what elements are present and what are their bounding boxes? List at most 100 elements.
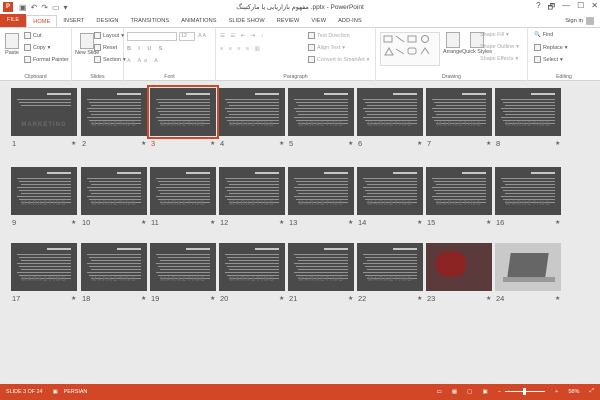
convert-smartart-button[interactable]: Convert to SmartArt ▾ [308,56,369,63]
ribbon-display-icon[interactable]: 🗗 [548,1,556,15]
normal-view-icon[interactable]: ▭ [437,389,442,395]
transition-star-icon[interactable]: ★ [417,140,422,147]
redo-icon[interactable]: ↷ [41,3,48,12]
tab-view[interactable]: VIEW [305,15,332,27]
slide-thumbnail[interactable]: MARKETING [81,167,147,215]
transition-star-icon[interactable]: ★ [71,140,76,147]
zoom-out-icon[interactable]: − [498,389,501,395]
transition-star-icon[interactable]: ★ [486,295,491,302]
replace-button[interactable]: Replace ▾ [534,44,568,51]
layout-button[interactable]: Layout ▾ [94,32,124,39]
tab-design[interactable]: DESIGN [90,15,124,27]
align-text-button[interactable]: Align Text ▾ [308,44,345,51]
paste-button[interactable]: Paste [5,33,19,56]
close-icon[interactable]: ✕ [591,1,598,15]
grow-shrink-font-icon[interactable]: A A [198,33,206,39]
transition-star-icon[interactable]: ★ [210,295,215,302]
zoom-in-icon[interactable]: + [555,389,558,395]
transition-star-icon[interactable]: ★ [141,140,146,147]
slideshow-view-icon[interactable]: ▣ [482,389,487,395]
slide-thumbnail[interactable]: MARKETING [495,88,561,136]
tab-slide-show[interactable]: SLIDE SHOW [223,15,271,27]
slide-thumbnail[interactable]: MARKETING [288,167,354,215]
font-style-buttons[interactable]: B I U S [127,46,165,52]
list-buttons[interactable]: ☰ ☰ ⇤ ⇥ ↕ [220,33,265,39]
slide-thumbnail[interactable]: MARKETING [147,85,219,139]
format-painter-button[interactable]: Format Painter [24,56,69,63]
zoom-slider[interactable] [505,388,546,395]
shape-outline-button[interactable]: Shape Outline ▾ [480,44,519,50]
transition-star-icon[interactable]: ★ [71,219,76,226]
slide-thumbnail[interactable]: MARKETING [219,167,285,215]
transition-star-icon[interactable]: ★ [417,295,422,302]
font-name-box[interactable] [127,32,177,41]
transition-star-icon[interactable]: ★ [348,295,353,302]
slide-thumbnail[interactable]: MARKETING [426,88,492,136]
reset-button[interactable]: Reset [94,44,117,51]
find-button[interactable]: 🔍 Find [534,32,553,38]
slide-thumbnail[interactable]: MARKETING [357,167,423,215]
slide-thumbnail[interactable]: MARKETING [150,167,216,215]
slide-thumbnail[interactable]: MARKETING [11,88,77,136]
slide-thumbnail[interactable]: MARKETING [219,243,285,291]
slide-thumbnail[interactable]: MARKETING [11,243,77,291]
tab-insert[interactable]: INSERT [57,15,90,27]
sign-in-label[interactable]: Sign in [565,18,583,24]
copy-button[interactable]: Copy ▾ [24,44,50,51]
slide-thumbnail[interactable]: MARKETING [426,167,492,215]
tab-transitions[interactable]: TRANSITIONS [124,15,175,27]
undo-icon[interactable]: ↶ [31,3,38,12]
transition-star-icon[interactable]: ★ [279,219,284,226]
cut-button[interactable]: Cut [24,32,41,39]
tab-home[interactable]: HOME [26,15,58,27]
select-button[interactable]: Select ▾ [534,56,563,63]
transition-star-icon[interactable]: ★ [555,295,560,302]
customize-toolbar-icon[interactable]: ▾ [64,3,68,12]
slide-sorter-view-icon[interactable]: ▦ [452,389,457,395]
transition-star-icon[interactable]: ★ [486,140,491,147]
maximize-icon[interactable]: ☐ [577,1,584,15]
font-size-box[interactable]: 12 [179,32,195,41]
fit-to-window-icon[interactable]: ⤢ [590,388,594,395]
sign-in[interactable]: Sign in [565,17,594,25]
transition-star-icon[interactable]: ★ [348,219,353,226]
tab-animations[interactable]: ANIMATIONS [175,15,222,27]
transition-star-icon[interactable]: ★ [141,219,146,226]
reading-view-icon[interactable]: ▢ [467,389,472,395]
shape-effects-button[interactable]: Shape Effects ▾ [480,56,518,62]
slide-thumbnail[interactable]: MARKETING [495,167,561,215]
slide-thumbnail[interactable]: MARKETING [81,88,147,136]
slide-thumbnail[interactable]: MARKETING [288,88,354,136]
slide-thumbnail[interactable]: MARKETING [357,243,423,291]
transition-star-icon[interactable]: ★ [71,295,76,302]
start-slideshow-icon[interactable]: ▭ [52,3,60,12]
slide-thumbnail[interactable]: MARKETING [81,243,147,291]
slide-thumbnail[interactable]: MARKETING [357,88,423,136]
section-button[interactable]: Section ▾ [94,56,126,63]
transition-star-icon[interactable]: ★ [555,140,560,147]
slide-thumbnail[interactable]: MARKETING [288,243,354,291]
transition-star-icon[interactable]: ★ [279,295,284,302]
shapes-gallery[interactable] [380,32,440,66]
arrange-button[interactable]: Arrange [443,32,462,55]
font-effect-buttons[interactable]: A Aa A [127,58,161,64]
save-icon[interactable]: ▣ [19,3,27,12]
slide-thumbnail[interactable]: MARKETING [219,88,285,136]
transition-star-icon[interactable]: ★ [210,140,215,147]
transition-star-icon[interactable]: ★ [417,219,422,226]
transition-star-icon[interactable]: ★ [486,219,491,226]
zoom-level[interactable]: 58% [568,389,579,395]
avatar[interactable] [586,17,594,25]
tab-add-ins[interactable]: ADD-INS [332,15,368,27]
shape-fill-button[interactable]: Shape Fill ▾ [480,32,509,38]
transition-star-icon[interactable]: ★ [348,140,353,147]
slide-thumbnail[interactable] [495,243,561,291]
help-icon[interactable]: ? [536,1,540,15]
tab-file[interactable]: FILE [0,14,27,27]
spellcheck-icon[interactable]: ▣ [53,389,58,395]
slide-thumbnail[interactable]: MARKETING [11,167,77,215]
transition-star-icon[interactable]: ★ [141,295,146,302]
text-direction-button[interactable]: Text Direction [308,32,350,39]
minimize-icon[interactable]: — [562,1,570,15]
zoom-slider-knob[interactable] [523,388,527,395]
